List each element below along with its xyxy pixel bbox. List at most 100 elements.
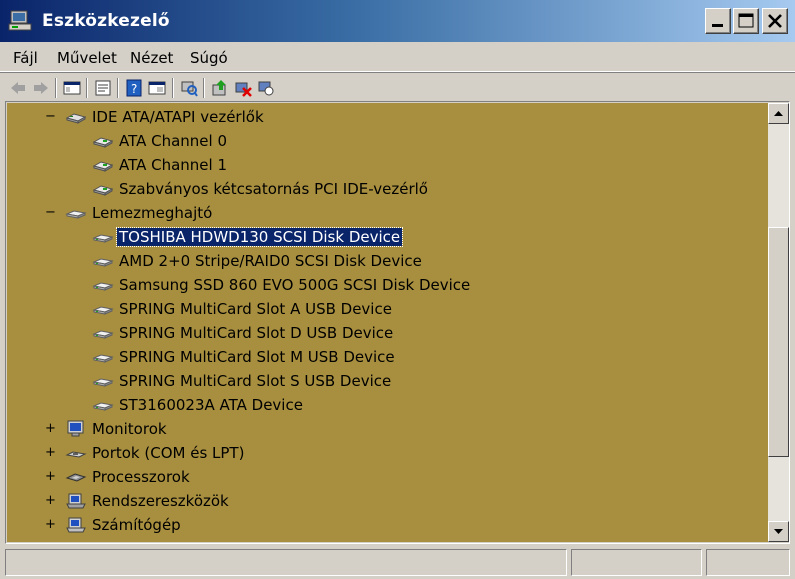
ide-channel-icon (92, 156, 114, 174)
tree-category-row[interactable]: + Számítógép (7, 513, 768, 537)
window-title: Eszközkezelő (42, 11, 170, 31)
tree-item-label: Lemezmeghajtó (92, 204, 213, 222)
tree-device-row[interactable]: TOSHIBA HDWD130 SCSI Disk Device (7, 225, 768, 249)
expand-icon[interactable]: + (45, 422, 56, 435)
vertical-scrollbar[interactable] (768, 103, 789, 542)
tree-item-label: Szabványos kétcsatornás PCI IDE-vezérlő (119, 180, 428, 198)
disk-icon (92, 276, 114, 294)
processor-icon (65, 468, 87, 486)
tree-device-row[interactable]: SPRING MultiCard Slot D USB Device (7, 321, 768, 345)
disk-icon (92, 300, 114, 318)
ide-controller-icon (65, 108, 87, 126)
menu-file[interactable]: Fájl (13, 49, 38, 67)
menu-bar: Fájl Művelet Nézet Súgó (0, 43, 795, 72)
device-tree-frame: − IDE ATA/ATAPI vezérlők ATA Channel 0 ATA … (5, 101, 790, 544)
disk-icon (92, 396, 114, 414)
disk-icon (92, 324, 114, 342)
expand-icon[interactable]: + (45, 446, 56, 459)
tree-device-row[interactable]: ATA Channel 1 (7, 153, 768, 177)
collapse-icon[interactable]: − (45, 110, 56, 123)
disk-icon (92, 348, 114, 366)
menu-help[interactable]: Súgó (190, 49, 228, 67)
toolbar-separator (172, 78, 174, 98)
disk-drive-icon (65, 204, 87, 222)
disk-icon (92, 252, 114, 270)
menu-action[interactable]: Művelet (57, 49, 117, 67)
tree-device-row[interactable]: Samsung SSD 860 EVO 500G SCSI Disk Devic… (7, 273, 768, 297)
collapse-icon[interactable]: − (45, 206, 56, 219)
toolbar-separator (86, 78, 88, 98)
tree-device-row[interactable]: SPRING MultiCard Slot S USB Device (7, 369, 768, 393)
tree-item-label: ST3160023A ATA Device (119, 396, 303, 414)
expand-icon[interactable]: + (45, 470, 56, 483)
disk-icon (92, 228, 114, 246)
ide-channel-icon (92, 132, 114, 150)
device-manager-window: Eszközkezelő Fájl Művelet Nézet Súgó ? −… (0, 0, 795, 579)
tree-item-label: Rendszereszközök (92, 492, 229, 510)
tree-item-label: SPRING MultiCard Slot S USB Device (119, 372, 392, 390)
tree-device-row[interactable]: AMD 2+0 Stripe/RAID0 SCSI Disk Device (7, 249, 768, 273)
maximize-button[interactable] (733, 8, 759, 34)
forward-icon[interactable] (32, 79, 50, 97)
tree-device-row[interactable]: SPRING MultiCard Slot M USB Device (7, 345, 768, 369)
toolbar-separator (55, 78, 57, 98)
monitor-icon (65, 420, 87, 438)
tree-item-label: ATA Channel 0 (119, 132, 228, 150)
scrollbar-thumb[interactable] (768, 227, 789, 457)
tree-category-row[interactable]: + Processzorok (7, 465, 768, 489)
svg-text:?: ? (131, 82, 137, 96)
tree-device-row[interactable]: ATA Channel 0 (7, 129, 768, 153)
tree-item-label: Portok (COM és LPT) (92, 444, 245, 462)
disable-icon[interactable] (257, 79, 275, 97)
minimize-button[interactable] (705, 8, 731, 34)
tree-category-row[interactable]: − IDE ATA/ATAPI vezérlők (7, 105, 768, 129)
tree-category-row[interactable]: + Monitorok (7, 417, 768, 441)
expand-icon[interactable]: + (45, 518, 56, 531)
update-driver-icon[interactable] (211, 79, 229, 97)
close-button[interactable] (762, 8, 788, 34)
minimize-icon (712, 24, 723, 27)
status-pane-3 (706, 549, 790, 576)
arrow-up-icon (774, 111, 783, 116)
tree-item-label: AMD 2+0 Stripe/RAID0 SCSI Disk Device (119, 252, 422, 270)
tree-category-row[interactable]: − Lemezmeghajtó (7, 201, 768, 225)
device-tree[interactable]: − IDE ATA/ATAPI vezérlők ATA Channel 0 ATA … (7, 103, 768, 542)
help-icon[interactable]: ? (125, 79, 143, 97)
tree-item-label: Samsung SSD 860 EVO 500G SCSI Disk Devic… (119, 276, 471, 294)
scroll-down-button[interactable] (768, 521, 789, 542)
tree-item-label: SPRING MultiCard Slot D USB Device (119, 324, 394, 342)
tree-device-row[interactable]: ST3160023A ATA Device (7, 393, 768, 417)
tree-item-label: SPRING MultiCard Slot A USB Device (119, 300, 392, 318)
expand-icon[interactable]: + (45, 494, 56, 507)
disk-icon (92, 372, 114, 390)
tree-category-row[interactable]: + Rendszereszközök (7, 489, 768, 513)
arrow-down-icon (774, 529, 783, 534)
device-manager-app-icon (8, 10, 32, 31)
toolbar-separator (203, 78, 205, 98)
tree-item-label: Monitorok (92, 420, 167, 438)
view-icon[interactable] (148, 79, 166, 97)
scroll-up-button[interactable] (768, 103, 789, 124)
tree-item-label: SPRING MultiCard Slot M USB Device (119, 348, 395, 366)
tree-device-row[interactable]: Szabványos kétcsatornás PCI IDE-vezérlő (7, 177, 768, 201)
back-icon[interactable] (9, 79, 27, 97)
port-icon (65, 444, 87, 462)
properties-icon[interactable] (94, 79, 112, 97)
tree-category-row[interactable]: + Portok (COM és LPT) (7, 441, 768, 465)
title-bar[interactable]: Eszközkezelő (0, 0, 795, 42)
uninstall-icon[interactable] (234, 79, 252, 97)
tree-device-row[interactable]: SPRING MultiCard Slot A USB Device (7, 297, 768, 321)
status-bar (0, 546, 795, 579)
tree-item-label: TOSHIBA HDWD130 SCSI Disk Device (115, 227, 404, 247)
toolbar-separator (117, 78, 119, 98)
system-devices-icon (65, 492, 87, 510)
menu-view[interactable]: Nézet (130, 49, 173, 67)
tree-item-label: Processzorok (92, 468, 190, 486)
console-tree-icon[interactable] (63, 79, 81, 97)
toolbar: ? (0, 72, 795, 103)
maximize-icon (738, 13, 754, 28)
ide-channel-icon (92, 180, 114, 198)
status-pane-2 (571, 549, 702, 576)
computer-icon (65, 516, 87, 534)
scan-hardware-icon[interactable] (180, 79, 198, 97)
